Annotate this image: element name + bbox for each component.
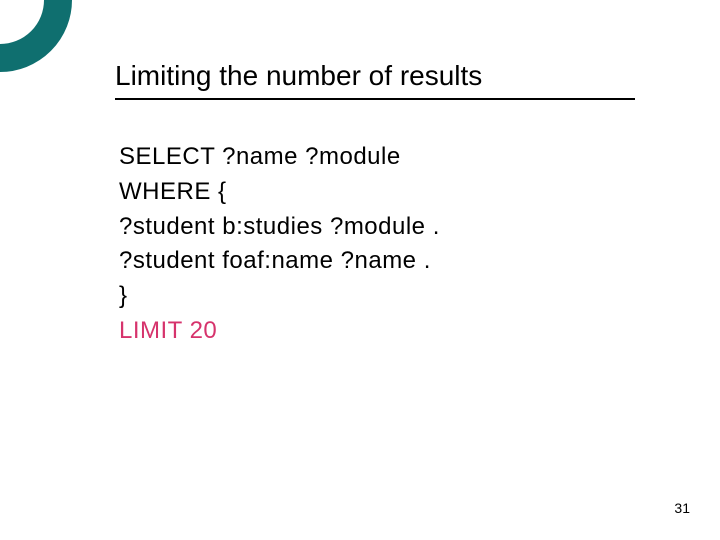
code-line-3: ?student b:studies ?module .: [119, 210, 440, 245]
slide-title: Limiting the number of results: [115, 60, 635, 92]
title-block: Limiting the number of results: [115, 60, 635, 100]
code-line-6: LIMIT 20: [119, 314, 440, 349]
code-line-5: }: [119, 279, 440, 314]
code-line-1: SELECT ?name ?module: [119, 140, 440, 175]
page-number: 31: [674, 500, 690, 516]
slide: Limiting the number of results SELECT ?n…: [0, 0, 720, 540]
title-underline: [115, 98, 635, 100]
code-line-2: WHERE {: [119, 175, 440, 210]
code-line-4: ?student foaf:name ?name .: [119, 244, 440, 279]
corner-arc-decoration: [0, 0, 72, 72]
code-block: SELECT ?name ?module WHERE { ?student b:…: [119, 140, 440, 349]
